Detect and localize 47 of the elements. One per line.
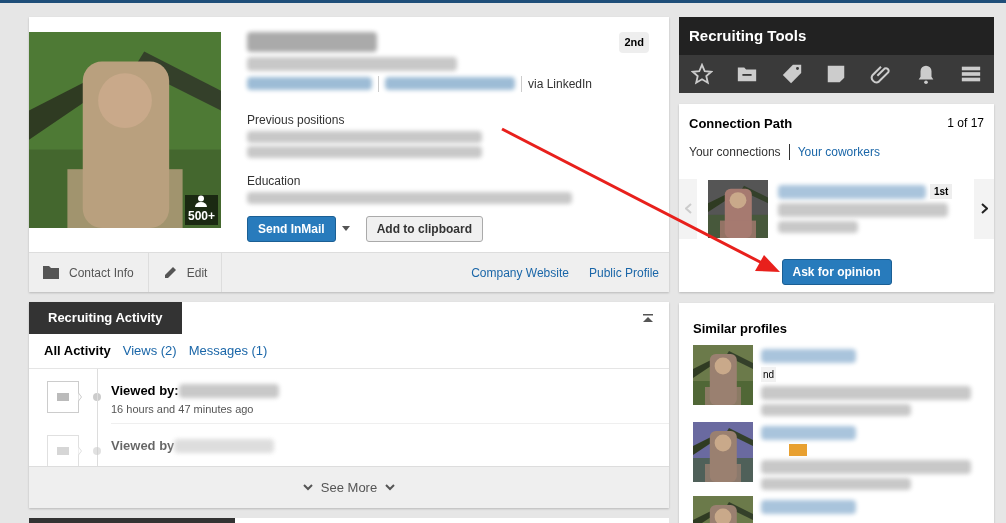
degree-badge: nd — [761, 366, 777, 382]
footer-link[interactable]: Company Website — [471, 263, 569, 282]
edit-button[interactable]: Edit — [148, 253, 223, 292]
filter-tab[interactable]: Views (2) — [122, 341, 177, 361]
chevron-left-icon — [684, 203, 692, 214]
chevron-right-icon — [980, 203, 988, 214]
folder-icon — [43, 266, 59, 279]
panel-title: Recruiting Tools — [688, 25, 808, 46]
paperclip-icon[interactable] — [870, 63, 893, 85]
tag-icon[interactable] — [780, 63, 803, 85]
linkedin-icon — [789, 443, 807, 456]
filter-tab[interactable]: Messages (1) — [188, 341, 268, 361]
profile-card-icon — [47, 435, 83, 466]
activity-time: 16 hours and 47 minutes ago — [111, 401, 255, 417]
degree-badge: 2nd — [619, 32, 649, 53]
timeline-dot — [93, 393, 101, 401]
connections-count: 500+ — [184, 195, 218, 225]
timeline-dot — [93, 447, 101, 455]
see-more-button[interactable]: See More — [29, 466, 669, 508]
ask-opinion-button[interactable]: Ask for opinion — [781, 258, 892, 285]
activity-title: Viewed by — [111, 437, 175, 455]
pencil-icon — [162, 265, 177, 280]
activity-title: Viewed by: — [111, 382, 179, 400]
degree-badge: 1st — [930, 184, 953, 199]
section-heading: Education — [247, 172, 302, 190]
send-button[interactable]: Send InMail — [247, 215, 336, 242]
collapse-icon[interactable] — [643, 314, 653, 322]
source-text: via LinkedIn — [528, 75, 593, 93]
contact-info-button[interactable]: Contact Info — [29, 253, 149, 292]
section-heading: Previous positions — [247, 111, 346, 129]
next-button[interactable] — [974, 178, 994, 239]
clipboard-button[interactable]: Add to clipboard — [365, 215, 483, 242]
profile-card-icon — [47, 381, 83, 413]
caret-icon[interactable] — [341, 226, 350, 231]
filter-tab[interactable]: All Activity — [44, 341, 111, 361]
card-title: Connection Path — [689, 115, 793, 133]
page-count: 1 of 17 — [947, 115, 984, 132]
footer-link[interactable]: Public Profile — [588, 263, 659, 282]
section-tab-header: Recruiting Activity — [29, 302, 182, 334]
person-icon — [195, 195, 208, 207]
path-tab[interactable]: Your connections — [689, 142, 781, 161]
star-icon[interactable] — [691, 63, 713, 85]
previous-button[interactable] — [679, 178, 697, 239]
card-title: Similar profiles — [693, 320, 788, 338]
chevron-down-icon — [385, 484, 396, 491]
path-tab[interactable]: Your coworkers — [797, 142, 880, 161]
chevron-down-icon — [302, 484, 313, 491]
